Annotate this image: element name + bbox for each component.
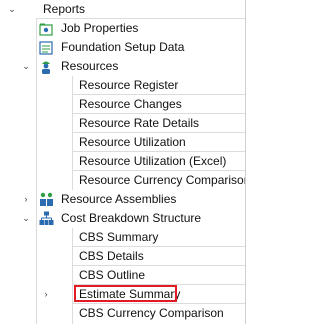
tree-node-label: Resource Rate Details [79, 116, 200, 130]
chevron-down-icon[interactable]: ⌄ [21, 209, 31, 228]
tree-node-resource-currency-comparison[interactable]: Resource Currency Comparison [0, 171, 246, 190]
tree-node-label: CBS Details [79, 249, 144, 263]
tree-node-label: Resource Changes [79, 97, 182, 111]
tree-node-label: Resources [61, 59, 119, 73]
tree-node-job-properties[interactable]: Job Properties [0, 19, 246, 38]
chevron-right-icon[interactable]: › [21, 190, 31, 209]
tree-node-label: Job Properties [61, 21, 139, 35]
tree-node-resource-register[interactable]: Resource Register [0, 76, 246, 95]
tree-node-resources[interactable]: ⌄ Resources [0, 57, 246, 76]
tree-node-reports[interactable]: ⌄ Reports [0, 0, 246, 19]
tree-node-label: CBS Summary [79, 230, 159, 244]
tree-node-label: Reports [43, 2, 86, 16]
tree-node-cbs-outline[interactable]: CBS Outline [0, 266, 246, 285]
tree-node-label: Resource Assemblies [61, 192, 177, 206]
tree-node-cbs-currency-comparison[interactable]: CBS Currency Comparison [0, 304, 246, 323]
tree-node-label: Foundation Setup Data [61, 40, 185, 54]
tree-node-resource-changes[interactable]: Resource Changes [0, 95, 246, 114]
tree-node-resource-utilization[interactable]: Resource Utilization [0, 133, 246, 152]
selection-highlight-box [74, 285, 177, 302]
tree-node-cbs-details[interactable]: CBS Details [0, 247, 246, 266]
tree-node-label: CBS Currency Comparison [79, 306, 224, 320]
tree-node-resource-assemblies[interactable]: › Resource Assemblies [0, 190, 246, 209]
reports-tree-panel: ⌄ Reports Job Properties Foundation Setu… [0, 0, 246, 324]
tree-node-cost-breakdown-structure[interactable]: ⌄ Cost Breakdown Structure [0, 209, 246, 228]
tree-node-label: Resource Utilization [79, 135, 186, 149]
tree-node-label: Cost Breakdown Structure [61, 211, 202, 225]
hierarchy-icon [39, 211, 54, 225]
tree-node-resource-utilization-excel[interactable]: Resource Utilization (Excel) [0, 152, 246, 171]
chevron-right-icon[interactable]: › [41, 285, 51, 304]
worker-icon [39, 59, 53, 74]
scrollbar[interactable] [245, 0, 246, 324]
folder-gear-icon [39, 22, 53, 36]
data-sheet-icon [39, 41, 53, 55]
tree-node-label: Resource Utilization (Excel) [79, 154, 227, 168]
tree-node-foundation-setup-data[interactable]: Foundation Setup Data [0, 38, 246, 57]
chevron-down-icon[interactable]: ⌄ [21, 57, 31, 76]
chevron-down-icon[interactable]: ⌄ [7, 0, 17, 19]
tree-node-label: Resource Register [79, 78, 179, 92]
tree-node-resource-rate-details[interactable]: Resource Rate Details [0, 114, 246, 133]
assembly-icon [39, 192, 53, 206]
tree-node-label: Resource Currency Comparison [79, 173, 246, 187]
tree-node-cbs-summary[interactable]: CBS Summary [0, 228, 246, 247]
tree-node-label: CBS Outline [79, 268, 146, 282]
